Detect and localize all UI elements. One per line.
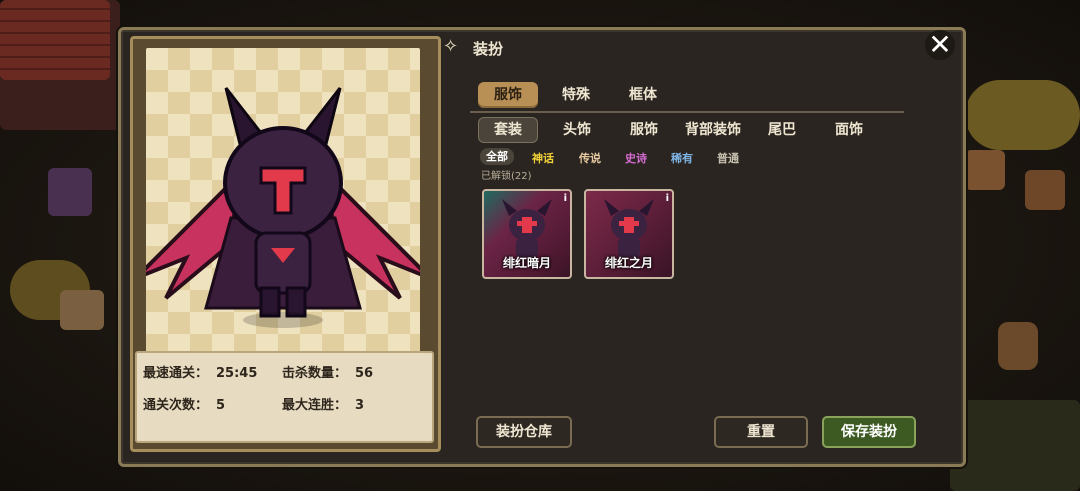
stat-label: 最速通关： <box>143 366 209 381</box>
tab-frame[interactable]: 框体 <box>618 82 668 108</box>
stat-value: 56 <box>355 366 374 381</box>
info-icon[interactable]: i <box>564 193 567 204</box>
subtab-face[interactable]: 面饰 <box>824 118 874 142</box>
stat-fastest-clear: 最速通关： 25:45 <box>143 362 257 381</box>
filter-epic[interactable]: 史诗 <box>625 150 647 166</box>
tab-clothing[interactable]: 服饰 <box>478 82 538 108</box>
stat-value: 5 <box>216 398 226 413</box>
background-crate <box>965 150 1005 190</box>
background-tree <box>965 80 1080 150</box>
costume-item[interactable]: i 绯红暗月 <box>482 189 572 279</box>
tab-special[interactable]: 特殊 <box>551 82 601 108</box>
filter-legendary[interactable]: 传说 <box>579 150 601 166</box>
reset-button[interactable]: 重置 <box>714 416 808 448</box>
subtab-outfit[interactable]: 服饰 <box>619 118 669 142</box>
stat-label: 击杀数量： <box>282 366 348 381</box>
wardrobe-button[interactable]: 装扮仓库 <box>476 416 572 448</box>
subtab-tail[interactable]: 尾巴 <box>757 118 807 142</box>
subtab-headwear[interactable]: 头饰 <box>552 118 602 142</box>
background-grass <box>950 400 1080 491</box>
background-barrel <box>998 322 1038 370</box>
stat-max-streak: 最大连胜： 3 <box>282 394 364 413</box>
costume-item-name: 绯红暗月 <box>502 256 551 270</box>
subtab-back[interactable]: 背部装饰 <box>680 118 746 142</box>
subtab-set[interactable]: 套装 <box>478 117 538 143</box>
info-icon[interactable]: i <box>666 193 669 204</box>
window-title: 装扮 <box>473 40 504 58</box>
save-button[interactable]: 保存装扮 <box>822 416 916 448</box>
stat-value: 3 <box>355 398 365 413</box>
background-roof <box>0 0 110 80</box>
filter-all[interactable]: 全部 <box>480 148 514 165</box>
background-chest <box>48 168 92 216</box>
sparkle-icon: ✧ <box>443 36 459 57</box>
knight-character-illustration <box>134 87 432 328</box>
filter-mythic[interactable]: 神话 <box>532 150 554 166</box>
filter-rare[interactable]: 稀有 <box>671 150 693 166</box>
background-stump <box>60 290 104 330</box>
costume-item[interactable]: i 绯红之月 <box>584 189 674 279</box>
stat-clears: 通关次数： 5 <box>143 394 225 413</box>
stat-label: 通关次数： <box>143 398 209 413</box>
costume-item-name: 绯红之月 <box>604 256 653 270</box>
tabs-divider <box>470 111 904 113</box>
background-crate <box>1025 170 1065 210</box>
unlocked-count: 已解锁(22) <box>481 171 532 182</box>
stat-value: 25:45 <box>216 366 258 381</box>
character-portrait <box>134 48 432 353</box>
stat-label: 最大连胜： <box>282 398 348 413</box>
close-icon[interactable]: ✕ <box>925 30 955 60</box>
stat-kills: 击杀数量： 56 <box>282 362 373 381</box>
filter-common[interactable]: 普通 <box>717 150 739 166</box>
